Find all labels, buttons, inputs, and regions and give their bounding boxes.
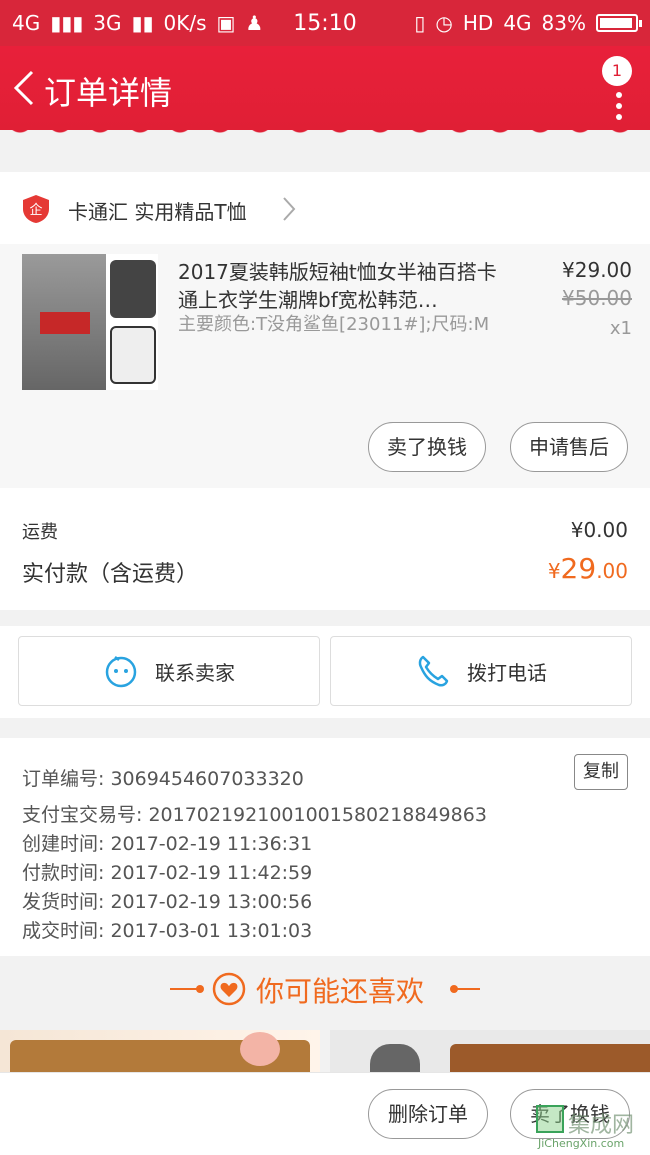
created-time: 创建时间: 2017-02-19 11:36:31 <box>22 833 313 855</box>
contact-section: 联系卖家 拨打电话 <box>0 626 650 718</box>
page-title: 订单详情 <box>44 74 173 112</box>
fee-summary: 运费 ¥0.00 实付款（含运费） ¥29.00 <box>0 488 650 610</box>
total-label: 实付款（含运费） <box>22 562 199 587</box>
battery-icon <box>596 14 642 32</box>
more-dots-icon <box>616 92 622 125</box>
qq-icon: ♟ <box>245 11 264 35</box>
shipped-time: 发货时间: 2017-02-19 13:00:56 <box>22 891 313 913</box>
alarm-icon: ◷ <box>435 11 453 35</box>
quantity: x1 <box>609 318 632 339</box>
phone-icon <box>418 655 449 687</box>
order-info: 订单编号: 3069454607033320 复制 支付宝交易号: 201702… <box>0 738 650 956</box>
total-integer: 29 <box>560 552 597 585</box>
notification-badge: 1 <box>602 56 632 86</box>
vibrate-icon: ▯ <box>414 11 426 35</box>
divider-line <box>452 988 480 990</box>
divider-dot <box>196 985 204 993</box>
copy-button[interactable]: 复制 <box>574 754 628 790</box>
call-phone-button[interactable]: 拨打电话 <box>330 636 632 706</box>
call-phone-label: 拨打电话 <box>467 660 547 685</box>
network-indicator-4g: 4G <box>12 11 41 35</box>
signal-icon: ▮▮▮ <box>50 11 84 35</box>
back-arrow-icon[interactable] <box>10 68 40 108</box>
total-decimal: .00 <box>596 559 628 583</box>
total-value: ¥29.00 <box>548 552 628 585</box>
delete-order-button[interactable]: 删除订单 <box>368 1089 488 1139</box>
original-price: ¥50.00 <box>562 286 632 310</box>
network-indicator-4g: 4G <box>503 11 532 35</box>
nav-bar: 订单详情 1 <box>0 46 650 136</box>
svg-text:企: 企 <box>29 202 42 218</box>
order-item[interactable]: 2017夏装韩版短袖t恤女半袖百搭卡通上衣学生潮牌bf宽松韩范… 主要颜色:T没… <box>0 244 650 488</box>
alipay-transaction-number: 支付宝交易号: 2017021921001001580218849863 <box>22 804 487 826</box>
contact-seller-button[interactable]: 联系卖家 <box>18 636 320 706</box>
hd-indicator: HD <box>462 11 494 35</box>
order-number: 订单编号: 3069454607033320 <box>22 768 304 790</box>
shipping-label: 运费 <box>22 522 58 543</box>
sell-for-cash-button[interactable]: 卖了换钱 <box>368 422 486 472</box>
paid-time: 付款时间: 2017-02-19 11:42:59 <box>22 862 313 884</box>
status-bar: 4G ▮▮▮ 3G ▮▮ 0K/s ▣ ♟ 15:10 ▯ ◷ HD 4G 83… <box>0 0 650 46</box>
chevron-right-icon <box>283 197 296 221</box>
product-photo-shirts <box>106 254 158 390</box>
shop-badge-icon: 企 <box>23 195 49 223</box>
bottom-action-bar: 删除订单 卖了换钱 集成网 JiChengXin.com <box>0 1072 650 1155</box>
product-photo-model <box>22 254 106 390</box>
shop-row[interactable]: 企 卡通汇 实用精品T恤 <box>0 172 650 244</box>
shipping-value: ¥0.00 <box>570 518 628 542</box>
current-price: ¥29.00 <box>562 258 632 282</box>
battery-percent: 83% <box>541 11 586 35</box>
network-speed: 0K/s <box>163 11 207 35</box>
shop-name: 卡通汇 实用精品T恤 <box>68 200 247 224</box>
notification-icon: ▣ <box>216 11 236 35</box>
chat-face-icon <box>105 656 137 688</box>
apply-aftersale-button[interactable]: 申请售后 <box>510 422 628 472</box>
divider-line <box>170 988 198 990</box>
recommend-header: 你可能还喜欢 <box>0 958 650 1018</box>
recommend-title: 你可能还喜欢 <box>256 975 425 1008</box>
product-title[interactable]: 2017夏装韩版短袖t恤女半袖百搭卡通上衣学生潮牌bf宽松韩范… <box>178 258 510 314</box>
battery-fill <box>600 18 632 28</box>
heart-icon <box>212 972 246 1006</box>
contact-seller-label: 联系卖家 <box>155 660 235 685</box>
more-menu-button[interactable]: 1 <box>596 52 632 120</box>
product-sku: 主要颜色:T没角鲨鱼[23011#];尺码:M <box>178 314 490 335</box>
completed-time: 成交时间: 2017-03-01 13:01:03 <box>22 920 313 942</box>
product-thumbnail[interactable] <box>22 254 158 390</box>
signal-icon: ▮▮ <box>131 11 154 35</box>
network-indicator-3g: 3G <box>93 11 122 35</box>
sell-for-cash-button-bottom[interactable]: 卖了换钱 <box>510 1089 630 1139</box>
total-currency: ¥ <box>547 559 561 583</box>
